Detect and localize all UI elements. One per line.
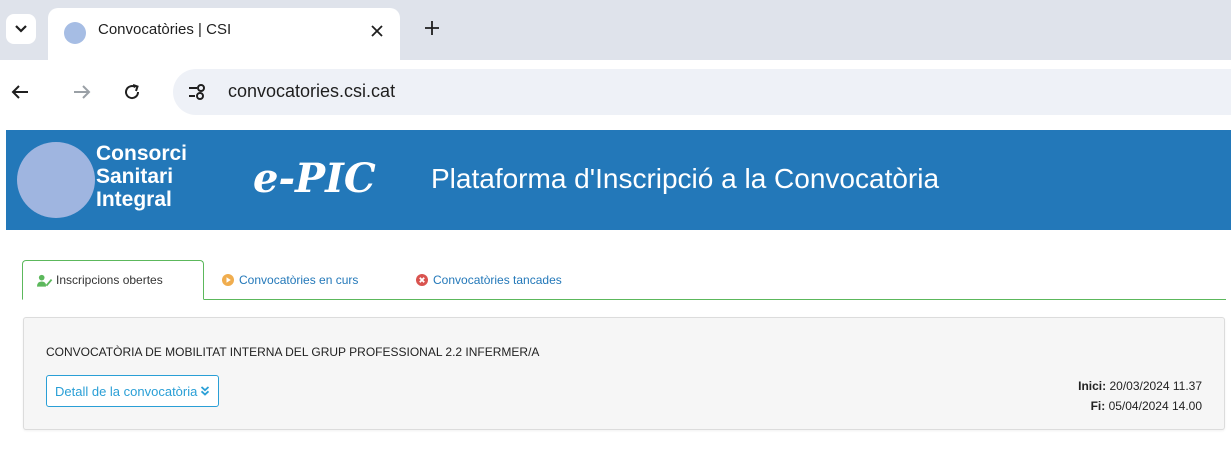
tab-convocatories-tancades[interactable]: Convocatòries tancades [414,260,562,299]
tab-inscripcions-obertes[interactable]: Inscripcions obertes [22,260,204,300]
end-date-row: Fi: 05/04/2024 14.00 [1078,396,1202,416]
detail-button[interactable]: Detall de la convocatòria [46,375,220,407]
tab-label: Inscripcions obertes [56,273,163,287]
org-name-line: Integral [96,188,172,211]
back-button[interactable] [6,78,34,106]
org-name: Consorci Sanitari Integral [96,142,187,211]
start-date-row: Inici: 20/03/2024 11.37 [1078,376,1202,396]
back-arrow-icon [11,85,28,99]
site-settings-icon [189,84,205,100]
start-label: Inici: [1078,379,1107,393]
forward-arrow-icon [74,85,91,99]
reload-button[interactable] [118,78,146,106]
convocatoria-panel: CONVOCATÒRIA DE MOBILITAT INTERNA DEL GR… [23,317,1225,430]
site-info-button[interactable] [181,76,213,108]
tab-search-button[interactable] [6,14,36,44]
convocatoria-title: CONVOCATÒRIA DE MOBILITAT INTERNA DEL GR… [46,345,540,359]
favicon-icon [64,22,86,44]
new-tab-icon [425,21,439,35]
address-bar[interactable]: convocatories.csi.cat [173,69,1231,115]
browser-tab[interactable]: Convocatòries | CSI [48,8,400,60]
org-name-line: Consorci [96,142,188,165]
close-icon [371,25,383,37]
dates-block: Inici: 20/03/2024 11.37 Fi: 05/04/2024 1… [1078,376,1202,416]
epic-logo: e-PIC [253,155,376,202]
tab-close-button[interactable] [366,18,388,44]
end-date: 05/04/2024 14.00 [1108,399,1202,413]
browser-tab-title: Convocatòries | CSI [98,21,232,38]
tab-dropdown-icon [15,25,27,33]
forward-button[interactable] [68,78,96,106]
tab-label: Convocatòries en curs [239,272,359,287]
tab-label: Convocatòries tancades [433,272,562,287]
tab-convocatories-en-curs[interactable]: Convocatòries en curs [220,260,358,299]
site-header: Consorci Sanitari Integral e-PIC Platafo… [6,130,1231,230]
start-date: 20/03/2024 11.37 [1109,379,1202,393]
url-text: convocatories.csi.cat [228,81,396,101]
logo-icon [17,142,95,218]
end-label: Fi: [1090,399,1106,413]
browser-toolbar: convocatories.csi.cat [0,60,1231,126]
times-circle-icon [414,273,430,287]
play-circle-icon [220,273,236,287]
user-edit-icon [37,273,53,287]
reload-icon [125,84,140,100]
org-name-line: Sanitari [96,165,174,188]
platform-title: Plataforma d'Inscripció a la Convocatòri… [431,163,940,194]
chevron-double-down-icon [201,386,210,396]
browser-tab-strip: Convocatòries | CSI [0,0,1231,60]
new-tab-button[interactable] [418,14,446,42]
detail-button-label: Detall de la convocatòria [55,383,198,399]
